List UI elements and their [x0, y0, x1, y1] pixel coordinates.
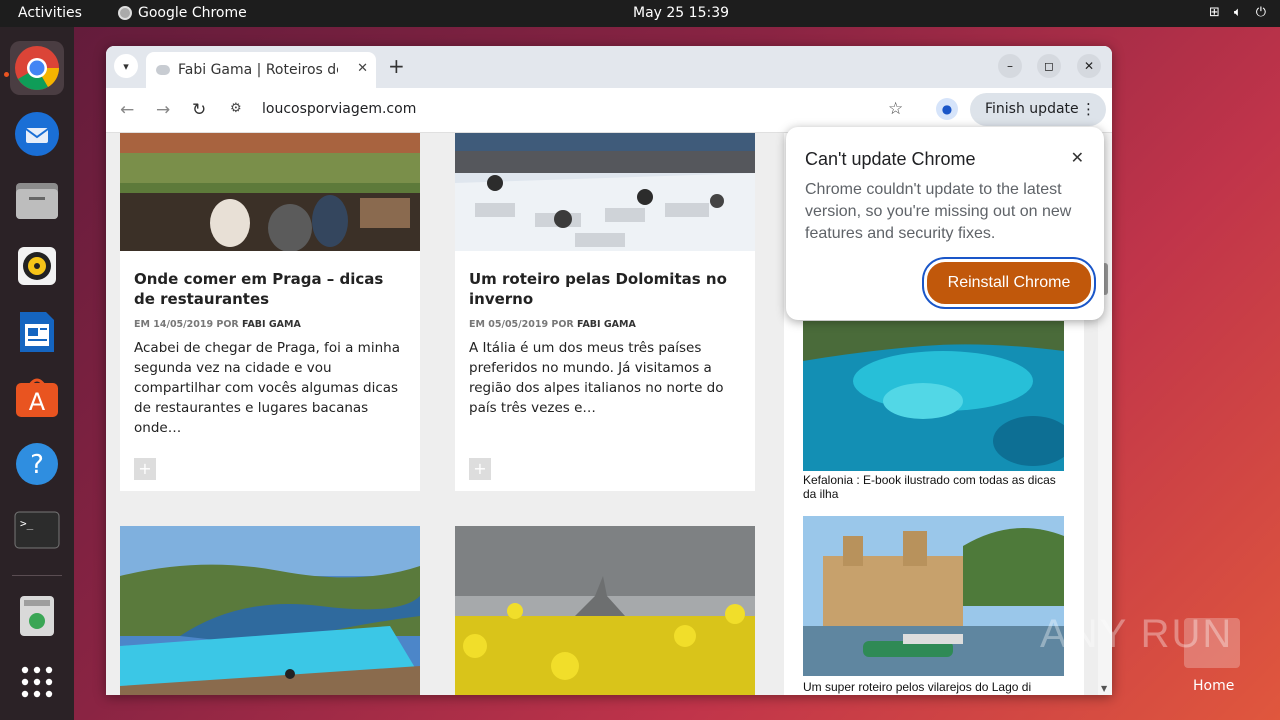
terminal-icon: >_	[14, 511, 60, 549]
sidebar-image-kefalonia[interactable]	[803, 321, 1064, 471]
close-icon: ✕	[1083, 59, 1095, 73]
article-card[interactable]	[120, 526, 420, 695]
top-bar: Activities Google Chrome May 25 15:39 ⊞ …	[0, 0, 1280, 27]
chevron-down-icon: ▾	[123, 59, 129, 73]
dock-chrome[interactable]	[10, 41, 64, 95]
svg-text:>_: >_	[20, 517, 34, 530]
finish-update-label: Finish update	[985, 101, 1079, 117]
article-excerpt: Acabei de chegar de Praga, foi a minha s…	[134, 340, 400, 436]
url-text: loucosporviagem.com	[262, 101, 417, 117]
dock-writer[interactable]	[10, 305, 64, 359]
minimize-button[interactable]: –	[998, 54, 1022, 78]
article-meta: EM 14/05/2019 POR FABI GAMA	[134, 319, 301, 330]
running-indicator	[4, 72, 9, 77]
expand-plus-icon[interactable]: +	[134, 458, 156, 480]
trash-icon	[20, 596, 54, 636]
article-image-mont-saint-michel[interactable]	[455, 526, 755, 695]
clock[interactable]: May 25 15:39	[633, 5, 729, 21]
article-image-prague[interactable]	[120, 133, 420, 251]
finish-update-button[interactable]: Finish update ⋮	[970, 93, 1106, 126]
new-tab-button[interactable]: +	[388, 54, 405, 78]
tab-title: Fabi Gama | Roteiros de V	[178, 62, 338, 78]
expand-plus-icon[interactable]: +	[469, 458, 491, 480]
dock-rhythmbox[interactable]	[10, 239, 64, 293]
minimize-icon: –	[1007, 59, 1013, 73]
dialog-body: Chrome couldn't update to the latest ver…	[805, 181, 1072, 242]
app-center-icon: A	[16, 378, 58, 417]
dialog-title: Can't update Chrome	[805, 149, 976, 169]
bookmark-star-icon[interactable]: ☆	[888, 99, 903, 119]
home-folder-label[interactable]: Home	[1193, 678, 1234, 694]
dock-app-center[interactable]: A	[10, 371, 64, 425]
app-menu[interactable]: Google Chrome	[118, 5, 247, 21]
article-card[interactable]: Onde comer em Praga – dicas de restauran…	[120, 133, 420, 491]
article-title[interactable]: Um roteiro pelas Dolomitas no inverno	[469, 269, 739, 309]
tab-strip: ▾ Fabi Gama | Roteiros de V ✕ + – ◻ ✕	[106, 46, 1112, 88]
tab-active[interactable]: Fabi Gama | Roteiros de V ✕	[146, 52, 376, 88]
article-date: EM 14/05/2019 POR	[134, 319, 239, 330]
apps-grid-icon	[21, 666, 53, 698]
system-tray[interactable]: ⊞ 🔈︎ ⏻	[1209, 5, 1266, 20]
rhythmbox-icon	[18, 247, 56, 285]
site-info-icon[interactable]: ⚙︎	[230, 101, 242, 116]
dock-show-apps[interactable]	[10, 655, 64, 709]
profile-avatar-icon[interactable]: ●	[936, 98, 958, 120]
files-icon	[16, 183, 58, 219]
dock: A ? >_	[0, 27, 74, 720]
sidebar-image-lago[interactable]	[803, 516, 1064, 676]
cloud-favicon-icon	[156, 65, 170, 75]
maximize-button[interactable]: ◻	[1037, 54, 1061, 78]
dock-thunderbird[interactable]	[10, 107, 64, 161]
article-card[interactable]	[455, 526, 755, 695]
close-window-button[interactable]: ✕	[1077, 54, 1101, 78]
reload-button[interactable]: ↻	[192, 100, 206, 120]
dock-trash[interactable]	[10, 589, 64, 643]
svg-text:?: ?	[30, 450, 44, 480]
power-icon: ⏻	[1255, 5, 1266, 20]
article-meta: EM 05/05/2019 POR FABI GAMA	[469, 319, 636, 330]
chrome-icon	[15, 46, 59, 90]
tab-search-button[interactable]: ▾	[114, 54, 138, 78]
article-card[interactable]: Um roteiro pelas Dolomitas no inverno EM…	[455, 133, 755, 491]
article-image-douro[interactable]	[120, 526, 420, 695]
help-icon: ?	[16, 443, 58, 485]
tab-close-icon[interactable]: ✕	[357, 61, 368, 76]
activities-button[interactable]: Activities	[18, 5, 82, 21]
dock-separator	[12, 575, 62, 576]
close-icon[interactable]: ✕	[1071, 148, 1084, 168]
dock-terminal[interactable]: >_	[10, 503, 64, 557]
article-author[interactable]: FABI GAMA	[577, 319, 636, 330]
volume-icon: 🔈︎	[1233, 5, 1242, 20]
back-button[interactable]: ←	[120, 100, 134, 120]
maximize-icon: ◻	[1044, 59, 1054, 73]
thunderbird-icon	[15, 112, 59, 156]
writer-icon	[20, 312, 54, 352]
svg-text:A: A	[29, 388, 46, 416]
home-folder-icon[interactable]	[1184, 618, 1240, 668]
article-title[interactable]: Onde comer em Praga – dicas de restauran…	[134, 269, 404, 309]
article-date: EM 05/05/2019 POR	[469, 319, 574, 330]
forward-button[interactable]: →	[156, 100, 170, 120]
reinstall-chrome-button[interactable]: Reinstall Chrome	[924, 259, 1094, 307]
network-icon: ⊞	[1208, 5, 1220, 20]
scroll-down-icon[interactable]: ▼	[1101, 684, 1107, 693]
sidebar-caption[interactable]: Kefalonia : E-book ilustrado com todas a…	[803, 473, 1064, 501]
sidebar-caption[interactable]: Um super roteiro pelos vilarejos do Lago…	[803, 680, 1064, 694]
dock-help[interactable]: ?	[10, 437, 64, 491]
dock-files[interactable]	[10, 173, 64, 227]
article-image-dolomites[interactable]	[455, 133, 755, 251]
article-excerpt: A Itália é um dos meus três países prefe…	[469, 340, 724, 416]
omnibox[interactable]: ⚙︎ loucosporviagem.com	[222, 94, 922, 126]
article-author[interactable]: FABI GAMA	[242, 319, 301, 330]
more-vert-icon: ⋮	[1081, 100, 1096, 118]
update-error-dialog: Can't update Chrome ✕ Chrome couldn't up…	[786, 127, 1104, 320]
chrome-icon	[118, 6, 132, 20]
app-name: Google Chrome	[138, 5, 247, 21]
